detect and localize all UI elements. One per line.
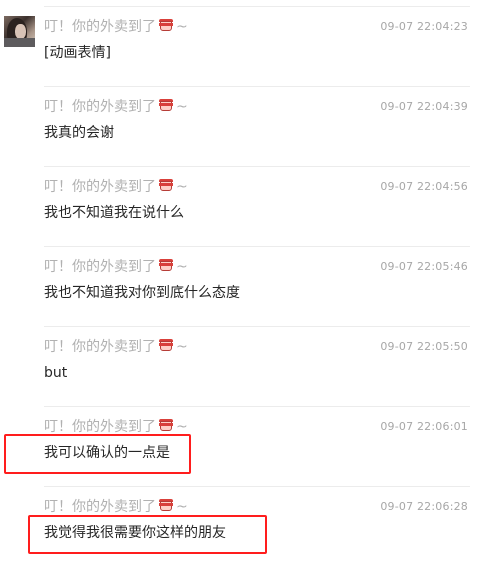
sender-label: 叮！你的外卖到了 ~ (44, 338, 188, 356)
message-header: 叮！你的外卖到了 ~ 09-07 22:04:39 (44, 98, 468, 116)
user-avatar[interactable] (4, 16, 35, 47)
sender-name: 叮！你的外卖到了 (44, 499, 156, 515)
message-header: 叮！你的外卖到了 ~ 09-07 22:04:23 (44, 18, 468, 36)
sender-label: 叮！你的外卖到了 ~ (44, 258, 188, 276)
message-time: 09-07 22:06:01 (380, 420, 468, 433)
sender-suffix: ~ (176, 259, 188, 275)
delivery-bucket-icon (158, 338, 174, 353)
message-item[interactable]: 叮！你的外卖到了 ~ 09-07 22:04:56 我也不知道我在说什么 (44, 166, 471, 246)
message-time: 09-07 22:04:39 (380, 100, 468, 113)
delivery-bucket-icon (158, 178, 174, 193)
sender-suffix: ~ (176, 499, 188, 515)
sender-name: 叮！你的外卖到了 (44, 259, 156, 275)
message-header: 叮！你的外卖到了 ~ 09-07 22:06:28 (44, 498, 468, 516)
message-item[interactable]: 叮！你的外卖到了 ~ 09-07 22:04:39 我真的会谢 (44, 86, 471, 166)
message-content: 我真的会谢 (44, 125, 114, 141)
highlight-box (4, 434, 191, 474)
message-header: 叮！你的外卖到了 ~ 09-07 22:04:56 (44, 178, 468, 196)
sender-label: 叮！你的外卖到了 ~ (44, 18, 188, 36)
message-content: but (44, 365, 68, 381)
sender-name: 叮！你的外卖到了 (44, 179, 156, 195)
message-item[interactable]: 叮！你的外卖到了 ~ 09-07 22:05:46 我也不知道我对你到底什么态度 (44, 246, 471, 326)
message-content: 我也不知道我在说什么 (44, 205, 184, 221)
message-header: 叮！你的外卖到了 ~ 09-07 22:05:50 (44, 338, 468, 356)
message-time: 09-07 22:04:56 (380, 180, 468, 193)
message-item[interactable]: 叮！你的外卖到了 ~ 09-07 22:04:23 [动画表情] (44, 6, 471, 86)
sender-name: 叮！你的外卖到了 (44, 99, 156, 115)
sender-suffix: ~ (176, 419, 188, 435)
delivery-bucket-icon (158, 18, 174, 33)
message-header: 叮！你的外卖到了 ~ 09-07 22:05:46 (44, 258, 468, 276)
sender-label: 叮！你的外卖到了 ~ (44, 498, 188, 516)
message-item[interactable]: 叮！你的外卖到了 ~ 09-07 22:05:50 but (44, 326, 471, 406)
message-time: 09-07 22:04:23 (380, 20, 468, 33)
avatar-shirt (4, 38, 35, 47)
sender-suffix: ~ (176, 339, 188, 355)
sender-suffix: ~ (176, 19, 188, 35)
sender-name: 叮！你的外卖到了 (44, 419, 156, 435)
sender-suffix: ~ (176, 179, 188, 195)
sender-suffix: ~ (176, 99, 188, 115)
message-time: 09-07 22:06:28 (380, 500, 468, 513)
message-time: 09-07 22:05:46 (380, 260, 468, 273)
sender-label: 叮！你的外卖到了 ~ (44, 178, 188, 196)
message-content: 我也不知道我对你到底什么态度 (44, 285, 240, 301)
delivery-bucket-icon (158, 98, 174, 113)
delivery-bucket-icon (158, 258, 174, 273)
sender-label: 叮！你的外卖到了 ~ (44, 98, 188, 116)
sender-name: 叮！你的外卖到了 (44, 339, 156, 355)
message-time: 09-07 22:05:50 (380, 340, 468, 353)
delivery-bucket-icon (158, 418, 174, 433)
sender-name: 叮！你的外卖到了 (44, 19, 156, 35)
message-content: [动画表情] (44, 45, 111, 61)
avatar-face (15, 24, 26, 39)
chat-history-panel: 叮！你的外卖到了 ~ 09-07 22:04:23 [动画表情] 叮！你的外卖到了… (0, 0, 477, 562)
highlight-box (28, 515, 267, 554)
delivery-bucket-icon (158, 498, 174, 513)
